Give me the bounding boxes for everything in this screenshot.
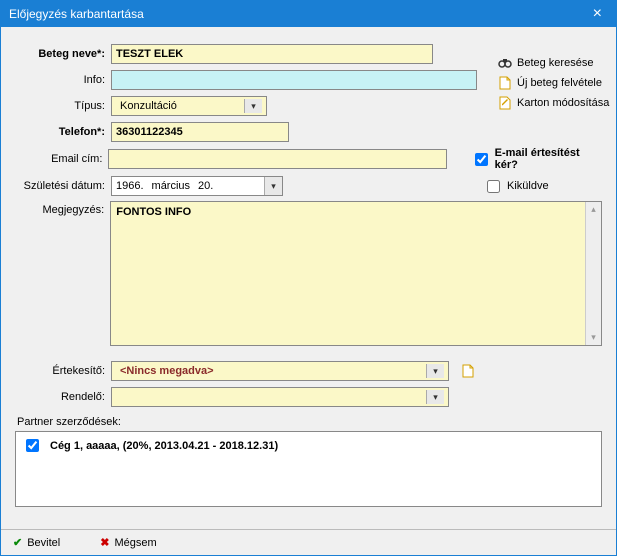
memo-scrollbar[interactable]: ▴ ▾ xyxy=(585,202,601,345)
birth-month: március xyxy=(148,180,195,192)
ok-button[interactable]: ✔ Bevitel xyxy=(13,536,60,549)
partner-row[interactable]: Cég 1, aaaaa, (20%, 2013.04.21 - 2018.12… xyxy=(22,436,595,455)
edit-page-icon xyxy=(498,96,512,110)
seller-combo[interactable]: <Nincs megadva> ▾ xyxy=(111,361,449,381)
binoculars-icon xyxy=(498,56,512,70)
edit-card-link[interactable]: Karton módosítása xyxy=(498,96,609,110)
window-title: Előjegyzés karbantartása xyxy=(9,7,144,21)
chevron-down-icon[interactable]: ▾ xyxy=(426,390,444,404)
cancel-label: Mégsem xyxy=(114,537,156,549)
partner-text: Cég 1, aaaaa, (20%, 2013.04.21 - 2018.12… xyxy=(50,440,278,452)
email-notify-checkbox[interactable] xyxy=(475,153,488,166)
partner-checkbox[interactable] xyxy=(26,439,39,452)
cancel-button[interactable]: ✖ Mégsem xyxy=(100,536,156,549)
scroll-up-icon[interactable]: ▴ xyxy=(591,204,596,215)
note-memo[interactable]: FONTOS INFO ▴ ▾ xyxy=(110,201,602,346)
label-note: Megjegyzés: xyxy=(15,201,110,216)
type-combo[interactable]: Konzultáció ▾ xyxy=(111,96,267,116)
type-combo-text: Konzultáció xyxy=(116,100,244,112)
phone-input[interactable] xyxy=(111,122,289,142)
search-patient-link[interactable]: Beteg keresése xyxy=(498,56,609,70)
sent-checkbox[interactable] xyxy=(487,180,500,193)
calendar-icon[interactable]: ▾ xyxy=(264,177,282,195)
chevron-down-icon[interactable]: ▾ xyxy=(244,99,262,113)
info-input[interactable] xyxy=(111,70,477,90)
label-patient-name: Beteg neve*: xyxy=(15,48,111,60)
seller-new-icon[interactable] xyxy=(461,364,475,378)
form-body: Beteg keresése Új beteg felvétele Karton… xyxy=(1,27,616,529)
birth-day: 20. xyxy=(194,180,217,192)
sent-label: Kiküldve xyxy=(507,180,549,192)
label-partners: Partner szerződések: xyxy=(17,416,602,428)
partners-list: Cég 1, aaaaa, (20%, 2013.04.21 - 2018.12… xyxy=(15,431,602,507)
edit-card-label: Karton módosítása xyxy=(517,97,609,109)
label-type: Típus: xyxy=(15,100,111,112)
check-icon: ✔ xyxy=(13,536,22,549)
scroll-down-icon[interactable]: ▾ xyxy=(591,332,596,343)
birthdate-picker[interactable]: 1966. március 20. ▾ xyxy=(111,176,283,196)
ok-label: Bevitel xyxy=(27,537,60,549)
footer-bar: ✔ Bevitel ✖ Mégsem xyxy=(1,529,616,555)
label-phone: Telefon*: xyxy=(15,126,111,138)
title-bar: Előjegyzés karbantartása × xyxy=(1,1,616,27)
side-actions: Beteg keresése Új beteg felvétele Karton… xyxy=(498,56,609,110)
search-patient-label: Beteg keresése xyxy=(517,57,593,69)
seller-combo-text: <Nincs megadva> xyxy=(116,365,426,377)
label-seller: Értekesítő: xyxy=(15,365,111,377)
label-email: Email cím: xyxy=(15,153,108,165)
office-combo[interactable]: ▾ xyxy=(111,387,449,407)
new-page-icon xyxy=(498,76,512,90)
email-input[interactable] xyxy=(108,149,446,169)
label-info: Info: xyxy=(15,74,111,86)
patient-name-input[interactable] xyxy=(111,44,433,64)
chevron-down-icon[interactable]: ▾ xyxy=(426,364,444,378)
close-icon[interactable]: × xyxy=(587,5,608,23)
label-birthdate: Születési dátum: xyxy=(15,180,111,192)
note-text: FONTOS INFO xyxy=(111,202,601,222)
birth-year: 1966. xyxy=(112,180,148,192)
label-office: Rendelő: xyxy=(15,391,111,403)
new-patient-label: Új beteg felvétele xyxy=(517,77,602,89)
new-patient-link[interactable]: Új beteg felvétele xyxy=(498,76,609,90)
email-notify-label: E-mail értesítést kér? xyxy=(495,147,602,171)
cross-icon: ✖ xyxy=(100,536,109,549)
